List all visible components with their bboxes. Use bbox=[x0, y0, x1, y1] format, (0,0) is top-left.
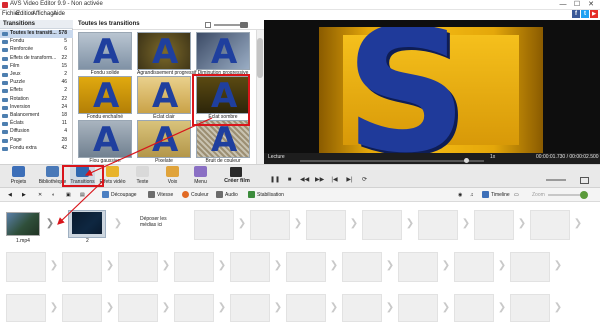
arrow-to-storyboard bbox=[57, 179, 105, 225]
annotation-arrows bbox=[57, 117, 213, 225]
arrow-to-tool bbox=[84, 117, 213, 176]
